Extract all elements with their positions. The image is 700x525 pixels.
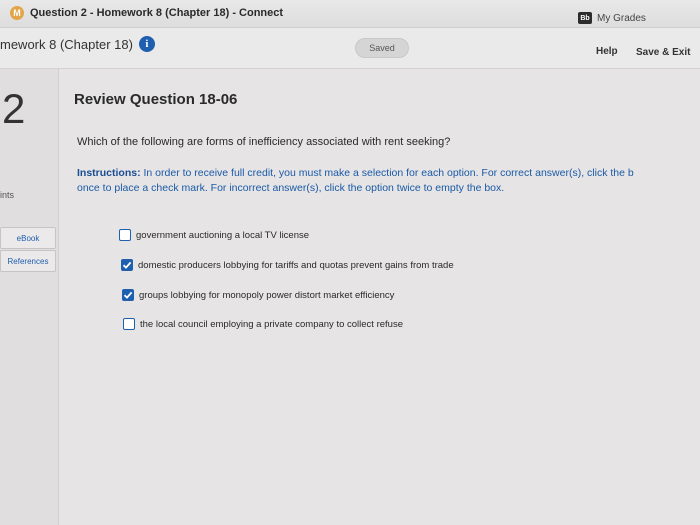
option-label: the local council employing a private co…: [140, 318, 403, 330]
browser-tab-bar: M Question 2 - Homework 8 (Chapter 18) -…: [0, 0, 700, 28]
assignment-title-group: mework 8 (Chapter 18) i: [0, 36, 155, 52]
tab-title: Question 2 - Homework 8 (Chapter 18) - C…: [30, 7, 284, 19]
checkbox-unchecked-icon[interactable]: [123, 318, 135, 330]
checkbox-checked-icon[interactable]: [122, 289, 134, 301]
instructions-text-line2: once to place a check mark. For incorrec…: [77, 182, 505, 194]
instructions-label: Instructions:: [77, 167, 141, 179]
question-prompt: Which of the following are forms of inef…: [77, 136, 451, 148]
ebook-button[interactable]: eBook: [0, 227, 56, 249]
browser-tab[interactable]: M Question 2 - Homework 8 (Chapter 18) -…: [10, 5, 283, 21]
instructions: Instructions: In order to receive full c…: [77, 166, 700, 196]
option-0[interactable]: government auctioning a local TV license: [119, 229, 309, 241]
assignment-header: mework 8 (Chapter 18) i Saved Help Save …: [0, 28, 700, 69]
option-3[interactable]: the local council employing a private co…: [123, 318, 403, 330]
question-title: Review Question 18-06: [74, 91, 238, 108]
option-2[interactable]: groups lobbying for monopoly power disto…: [122, 289, 394, 301]
instructions-text-line1: In order to receive full credit, you mus…: [140, 167, 634, 179]
saved-status-badge: Saved: [355, 38, 409, 58]
option-label: domestic producers lobbying for tariffs …: [138, 259, 454, 271]
question-sidebar: 2 ints eBook References: [0, 69, 59, 525]
help-button[interactable]: Help: [596, 46, 618, 57]
blackboard-icon: Bb: [578, 12, 592, 24]
bookmark-label: My Grades: [597, 12, 646, 24]
question-number: 2: [2, 85, 26, 132]
connect-favicon-icon: M: [10, 6, 24, 20]
question-panel: Review Question 18-06 Which of the follo…: [59, 69, 700, 525]
option-1[interactable]: domestic producers lobbying for tariffs …: [121, 259, 454, 271]
points-label: ints: [0, 190, 15, 200]
assignment-title: mework 8 (Chapter 18): [0, 36, 133, 52]
info-icon[interactable]: i: [138, 36, 155, 52]
save-exit-button[interactable]: Save & Exit: [636, 47, 690, 58]
references-button[interactable]: References: [0, 250, 56, 272]
bookmark-my-grades[interactable]: Bb My Grades: [578, 12, 646, 24]
checkbox-checked-icon[interactable]: [121, 259, 133, 271]
option-label: groups lobbying for monopoly power disto…: [139, 289, 395, 301]
checkbox-unchecked-icon[interactable]: [119, 229, 131, 241]
option-label: government auctioning a local TV license: [136, 229, 310, 241]
